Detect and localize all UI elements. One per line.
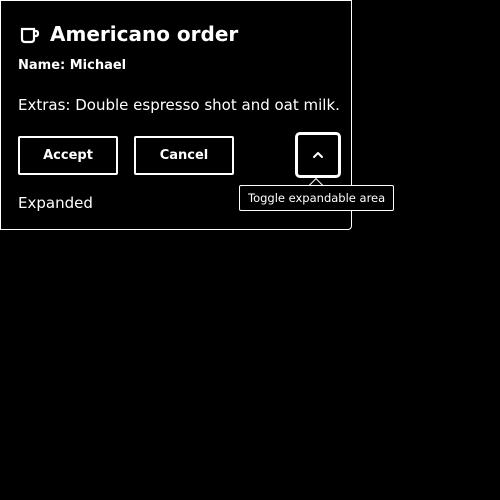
order-extras: Extras: Double espresso shot and oat mil… bbox=[18, 96, 340, 114]
customer-name: Name: Michael bbox=[18, 58, 127, 73]
toggle-expand-button[interactable] bbox=[295, 132, 341, 178]
cancel-button[interactable]: Cancel bbox=[134, 136, 234, 175]
chevron-up-icon bbox=[311, 148, 325, 162]
toggle-tooltip: Toggle expandable area bbox=[239, 185, 395, 211]
accept-button[interactable]: Accept bbox=[18, 136, 118, 175]
expand-status: Expanded bbox=[18, 194, 93, 212]
card-header: Americano order bbox=[19, 21, 238, 47]
card-title: Americano order bbox=[50, 22, 239, 46]
coffee-cup-icon bbox=[19, 23, 41, 45]
